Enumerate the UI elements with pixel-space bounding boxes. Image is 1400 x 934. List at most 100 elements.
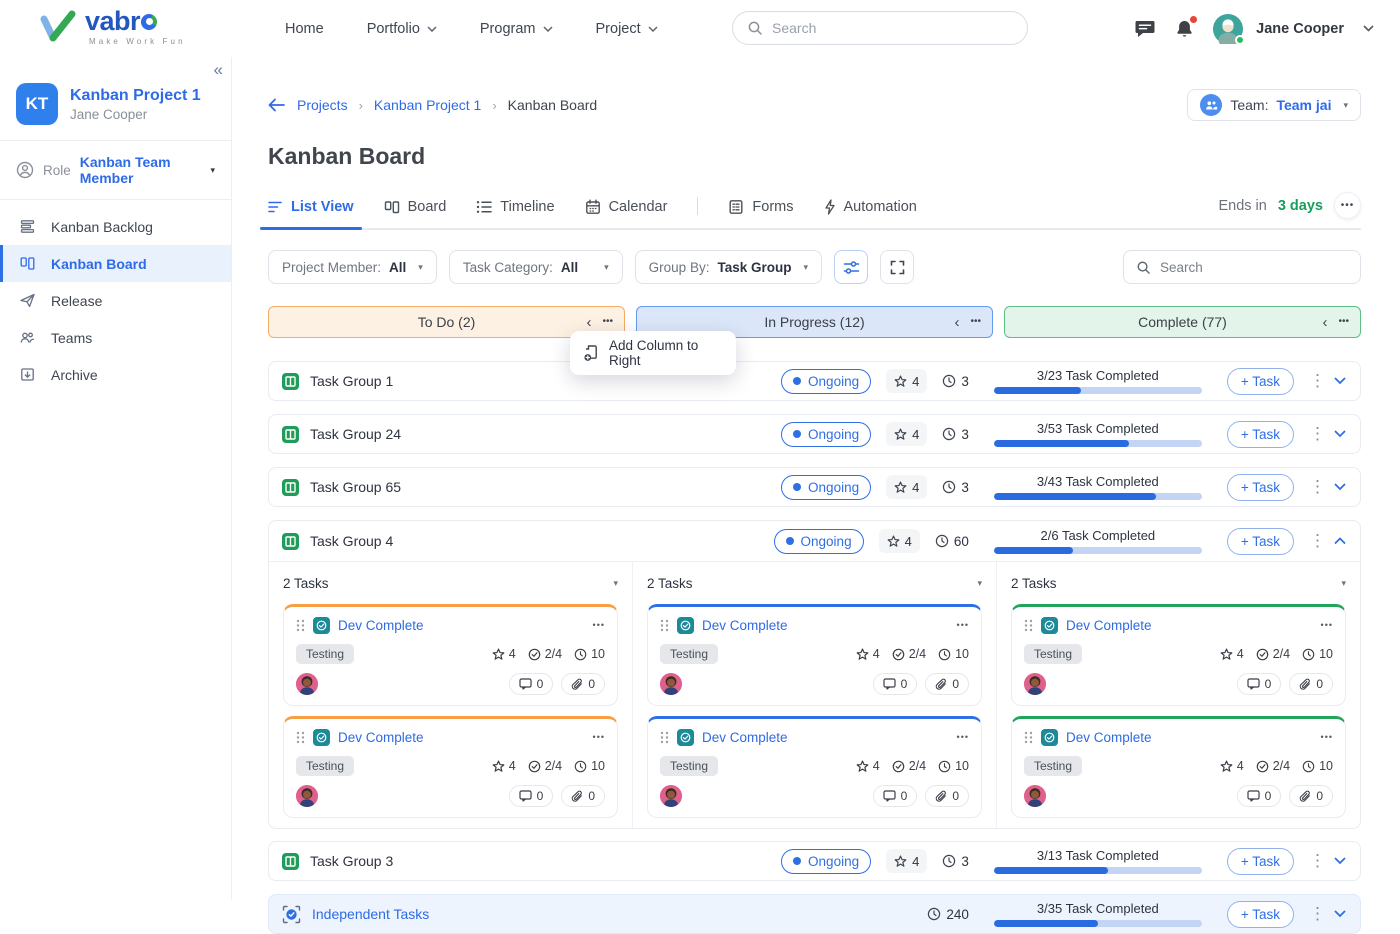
card-more-icon[interactable]: ••• [1321, 732, 1333, 742]
attachments-chip[interactable]: 0 [561, 785, 605, 807]
task-card[interactable]: Dev Complete ••• Testing 4 2/4 10 [1011, 716, 1346, 818]
chevron-up-icon[interactable] [1334, 537, 1346, 545]
task-group-name[interactable]: Task Group 65 [310, 479, 401, 495]
chevron-down-icon[interactable] [1334, 857, 1346, 865]
stars-chip[interactable]: 4 [886, 849, 927, 873]
sidebar-item-kanban-backlog[interactable]: Kanban Backlog [0, 208, 231, 245]
status-badge[interactable]: Ongoing [781, 422, 871, 447]
comments-chip[interactable]: 0 [509, 673, 554, 695]
more-vertical-icon[interactable]: ⋮ [1309, 477, 1319, 497]
breadcrumb-projects[interactable]: Projects [297, 97, 348, 113]
status-badge[interactable]: Ongoing [774, 529, 864, 554]
assignee-avatar[interactable] [296, 673, 318, 695]
chevron-down-icon[interactable] [1334, 483, 1346, 491]
attachments-chip[interactable]: 0 [1289, 785, 1333, 807]
card-more-icon[interactable]: ••• [593, 620, 605, 630]
caret-down-icon[interactable]: ▾ [1341, 578, 1346, 589]
sidebar-collapse-icon[interactable]: « [214, 60, 223, 80]
task-title[interactable]: Dev Complete [338, 618, 424, 633]
sidebar-item-kanban-board[interactable]: Kanban Board [0, 245, 231, 282]
card-more-icon[interactable]: ••• [593, 732, 605, 742]
task-card[interactable]: Dev Complete ••• Testing 4 2/4 10 [647, 716, 982, 818]
task-card[interactable]: Dev Complete ••• Testing 4 2/4 10 [647, 604, 982, 706]
add-task-button[interactable]: + Task [1227, 848, 1294, 875]
column-more-icon[interactable]: ••• [970, 317, 981, 327]
status-badge[interactable]: Ongoing [781, 849, 871, 874]
more-vertical-icon[interactable]: ⋮ [1309, 531, 1319, 551]
more-vertical-icon[interactable]: ⋮ [1309, 904, 1319, 924]
filter-settings-button[interactable] [834, 250, 868, 284]
sidebar-item-teams[interactable]: Teams [0, 319, 231, 356]
task-group-name[interactable]: Task Group 3 [310, 853, 393, 869]
column-collapse-icon[interactable]: ‹ [954, 315, 959, 330]
task-card[interactable]: Dev Complete ••• Testing 4 2/4 10 [283, 716, 618, 818]
drag-handle-icon[interactable] [1024, 731, 1033, 744]
attachments-chip[interactable]: 0 [1289, 673, 1333, 695]
stars-chip[interactable]: 4 [886, 369, 927, 393]
card-more-icon[interactable]: ••• [957, 732, 969, 742]
drag-handle-icon[interactable] [660, 619, 669, 632]
assignee-avatar[interactable] [296, 785, 318, 807]
drag-handle-icon[interactable] [1024, 619, 1033, 632]
more-vertical-icon[interactable]: ⋮ [1309, 851, 1319, 871]
drag-handle-icon[interactable] [296, 731, 305, 744]
add-task-button[interactable]: + Task [1227, 368, 1294, 395]
add-task-button[interactable]: + Task [1227, 474, 1294, 501]
assignee-avatar[interactable] [660, 785, 682, 807]
assignee-avatar[interactable] [1024, 673, 1046, 695]
notifications-bell[interactable] [1175, 19, 1194, 39]
add-column-menu-item[interactable]: Add Column to Right [570, 331, 736, 375]
tab-calendar[interactable]: Calendar [585, 199, 668, 228]
nav-program[interactable]: Program [480, 21, 553, 37]
comments-chip[interactable]: 0 [873, 785, 918, 807]
task-category-dropdown[interactable]: Task Category: All ▾ [449, 250, 623, 284]
chevron-down-icon[interactable] [1334, 910, 1346, 918]
stars-chip[interactable]: 4 [886, 422, 927, 446]
role-selector[interactable]: Role Kanban Team Member ▾ [0, 141, 231, 200]
nav-project[interactable]: Project [596, 21, 658, 37]
task-title[interactable]: Dev Complete [702, 730, 788, 745]
card-more-icon[interactable]: ••• [957, 620, 969, 630]
task-group-name[interactable]: Task Group 24 [310, 426, 401, 442]
task-title[interactable]: Dev Complete [1066, 730, 1152, 745]
board-more-button[interactable]: ••• [1334, 192, 1361, 219]
tab-timeline[interactable]: Timeline [476, 199, 554, 228]
group-by-dropdown[interactable]: Group By: Task Group ▾ [635, 250, 822, 284]
sidebar-item-release[interactable]: Release [0, 282, 231, 319]
assignee-avatar[interactable] [1024, 785, 1046, 807]
task-title[interactable]: Dev Complete [338, 730, 424, 745]
column-header-complete[interactable]: Complete (77) ‹ ••• [1004, 306, 1361, 338]
status-badge[interactable]: Ongoing [781, 369, 871, 394]
tab-list-view[interactable]: List View [268, 199, 354, 228]
more-vertical-icon[interactable]: ⋮ [1309, 371, 1319, 391]
task-title[interactable]: Dev Complete [1066, 618, 1152, 633]
board-search[interactable] [1123, 250, 1361, 284]
tab-board[interactable]: Board [384, 199, 447, 228]
project-member-dropdown[interactable]: Project Member: All ▾ [268, 250, 437, 284]
drag-handle-icon[interactable] [296, 619, 305, 632]
drag-handle-icon[interactable] [660, 731, 669, 744]
fullscreen-button[interactable] [880, 250, 914, 284]
assignee-avatar[interactable] [660, 673, 682, 695]
task-title[interactable]: Dev Complete [702, 618, 788, 633]
attachments-chip[interactable]: 0 [561, 673, 605, 695]
column-collapse-icon[interactable]: ‹ [586, 315, 591, 330]
add-task-button[interactable]: + Task [1227, 901, 1294, 928]
back-arrow-icon[interactable] [268, 98, 286, 112]
comments-chip[interactable]: 0 [1237, 785, 1282, 807]
task-card[interactable]: Dev Complete ••• Testing 4 2/4 10 [1011, 604, 1346, 706]
user-menu-caret-icon[interactable] [1363, 25, 1374, 32]
column-more-icon[interactable]: ••• [1338, 317, 1349, 327]
caret-down-icon[interactable]: ▾ [977, 578, 982, 589]
chevron-down-icon[interactable] [1334, 377, 1346, 385]
breadcrumb-kanban-project[interactable]: Kanban Project 1 [374, 97, 481, 113]
task-group-name[interactable]: Task Group 1 [310, 373, 393, 389]
global-search[interactable] [732, 11, 1028, 45]
tab-automation[interactable]: Automation [824, 199, 917, 228]
stars-chip[interactable]: 4 [886, 475, 927, 499]
global-search-input[interactable] [772, 20, 1013, 36]
column-more-icon[interactable]: ••• [602, 317, 613, 327]
user-avatar[interactable] [1213, 14, 1243, 44]
team-selector[interactable]: Team: Team jai ▾ [1187, 89, 1361, 121]
add-task-button[interactable]: + Task [1227, 528, 1294, 555]
